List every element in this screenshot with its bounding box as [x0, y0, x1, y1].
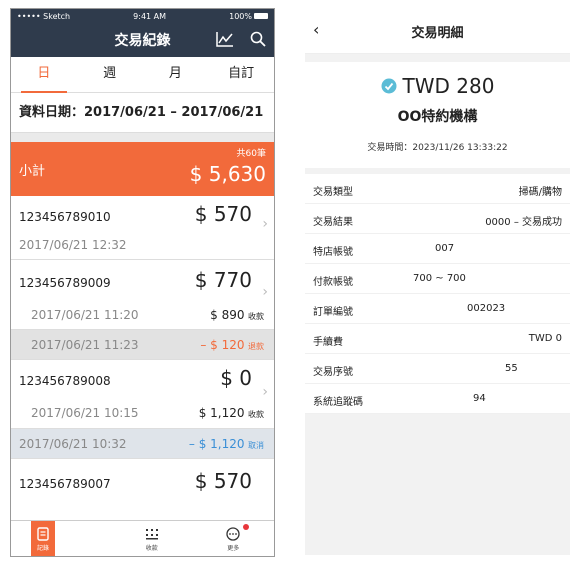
detail-title: 交易明細	[411, 26, 464, 41]
detail-row-order-no: 訂單編號 002023	[305, 294, 570, 324]
record-icon	[37, 527, 49, 541]
record-count: 共60筆	[236, 149, 266, 159]
transaction-row[interactable]: 123456789007 $ 570	[11, 459, 274, 509]
detail-row-trace: 系統追蹤碼 94	[305, 384, 570, 414]
back-chevron-icon[interactable]: ‹	[313, 20, 319, 39]
transaction-list-screen: ••••• Sketch 9:41 AM 100% 交易紀錄 日 週 月 自訂 …	[10, 8, 275, 557]
transaction-amount: $ 770	[194, 268, 252, 292]
refund-row: 2017/06/21 11:23 – $ 120 退款	[11, 330, 274, 360]
chart-icon[interactable]	[216, 31, 234, 47]
search-icon[interactable]	[250, 31, 266, 47]
transaction-time: 2017/06/21 11:20	[31, 308, 139, 322]
detail-header: ‹ 交易明細	[305, 10, 570, 54]
transaction-time: 2017/06/21 10:15	[31, 406, 139, 420]
transaction-time: 2017/06/21 12:32	[19, 238, 127, 252]
cancel-time: 2017/06/21 10:32	[19, 437, 127, 451]
transaction-amount: $ 570	[194, 469, 252, 493]
check-circle-icon	[381, 78, 397, 94]
refund-time: 2017/06/21 11:23	[31, 338, 139, 352]
status-time: 9:41 AM	[133, 11, 167, 21]
transaction-detail-screen: ‹ 交易明細 TWD 280 OO特約機構 交易時間：2023/11/26 13…	[305, 10, 570, 555]
subtotal-label: 小計	[19, 164, 46, 179]
page-title: 交易紀錄	[114, 33, 171, 49]
notification-dot	[242, 524, 249, 530]
transaction-row[interactable]: 123456789010 $ 570 › 2017/06/21 12:32	[11, 196, 274, 260]
transaction-id: 123456789008	[19, 374, 111, 388]
period-tabs: 日 週 月 自訂	[11, 57, 274, 93]
chevron-right-icon: ›	[262, 384, 268, 400]
nav-collect[interactable]: 收款	[111, 521, 193, 556]
tab-month[interactable]: 月	[143, 57, 209, 92]
tab-week[interactable]: 週	[77, 57, 143, 92]
detail-row-fee: 手續費 TWD 0	[305, 324, 570, 354]
detail-list: 交易類型 掃碼/購物 交易結果 0000 – 交易成功 特店帳號 007 付款帳號 70…	[305, 174, 570, 414]
subtotal-amount: $ 5,630	[189, 162, 266, 186]
more-icon	[226, 527, 240, 541]
nav-more[interactable]: 更多	[193, 521, 275, 556]
tab-day[interactable]: 日	[11, 57, 77, 93]
payment-detail: $ 890 收款	[210, 308, 264, 322]
top-navbar: 交易紀錄	[11, 23, 274, 57]
bottom-nav: 記錄 收款 更多	[11, 520, 274, 556]
transaction-id: 123456789007	[19, 477, 111, 491]
detail-row-type: 交易類型 掃碼/購物	[305, 174, 570, 204]
tab-custom[interactable]: 自訂	[208, 57, 274, 92]
detail-row-serial: 交易序號 55	[305, 354, 570, 384]
transaction-amount: $ 570	[194, 202, 252, 226]
spacer	[11, 133, 274, 142]
refund-detail: – $ 120 退款	[200, 338, 264, 352]
merchant-name: OO特約機構	[397, 109, 478, 125]
cancel-detail: – $ 1,120 取消	[188, 437, 264, 451]
transaction-row[interactable]: 123456789008 $ 0 › 2017/06/21 10:15 $ 1,…	[11, 360, 274, 429]
detail-summary: TWD 280 OO特約機構 交易時間：2023/11/26 13:33:22	[305, 62, 570, 168]
transaction-row[interactable]: 123456789009 $ 770 › 2017/06/21 11:20 $ …	[11, 260, 274, 330]
subtotal-banner: 小計 共60筆 $ 5,630	[11, 142, 274, 196]
chevron-right-icon: ›	[262, 216, 268, 232]
transaction-datetime: 交易時間：2023/11/26 13:33:22	[367, 143, 508, 153]
transaction-id: 123456789009	[19, 276, 111, 290]
battery-icon	[253, 13, 268, 19]
detail-row-result: 交易結果 0000 – 交易成功	[305, 204, 570, 234]
transaction-amount: $ 0	[220, 366, 252, 390]
cancel-row: 2017/06/21 10:32 – $ 1,120 取消	[11, 429, 274, 459]
grid-icon	[145, 529, 158, 540]
date-range: 資料日期：2017/06/21 – 2017/06/21	[11, 93, 274, 133]
detail-amount: TWD 280	[402, 74, 495, 98]
nav-records[interactable]: 記錄	[31, 521, 55, 556]
payment-detail: $ 1,120 收款	[198, 406, 264, 420]
detail-row-payment-account: 付款帳號 700 ~ 700	[305, 264, 570, 294]
battery-label: 100%	[229, 12, 268, 21]
transaction-id: 123456789010	[19, 210, 111, 224]
detail-row-merchant-account: 特店帳號 007	[305, 234, 570, 264]
carrier-label: ••••• Sketch	[17, 11, 71, 21]
chevron-right-icon: ›	[262, 284, 268, 300]
status-bar: ••••• Sketch 9:41 AM 100%	[11, 9, 274, 23]
